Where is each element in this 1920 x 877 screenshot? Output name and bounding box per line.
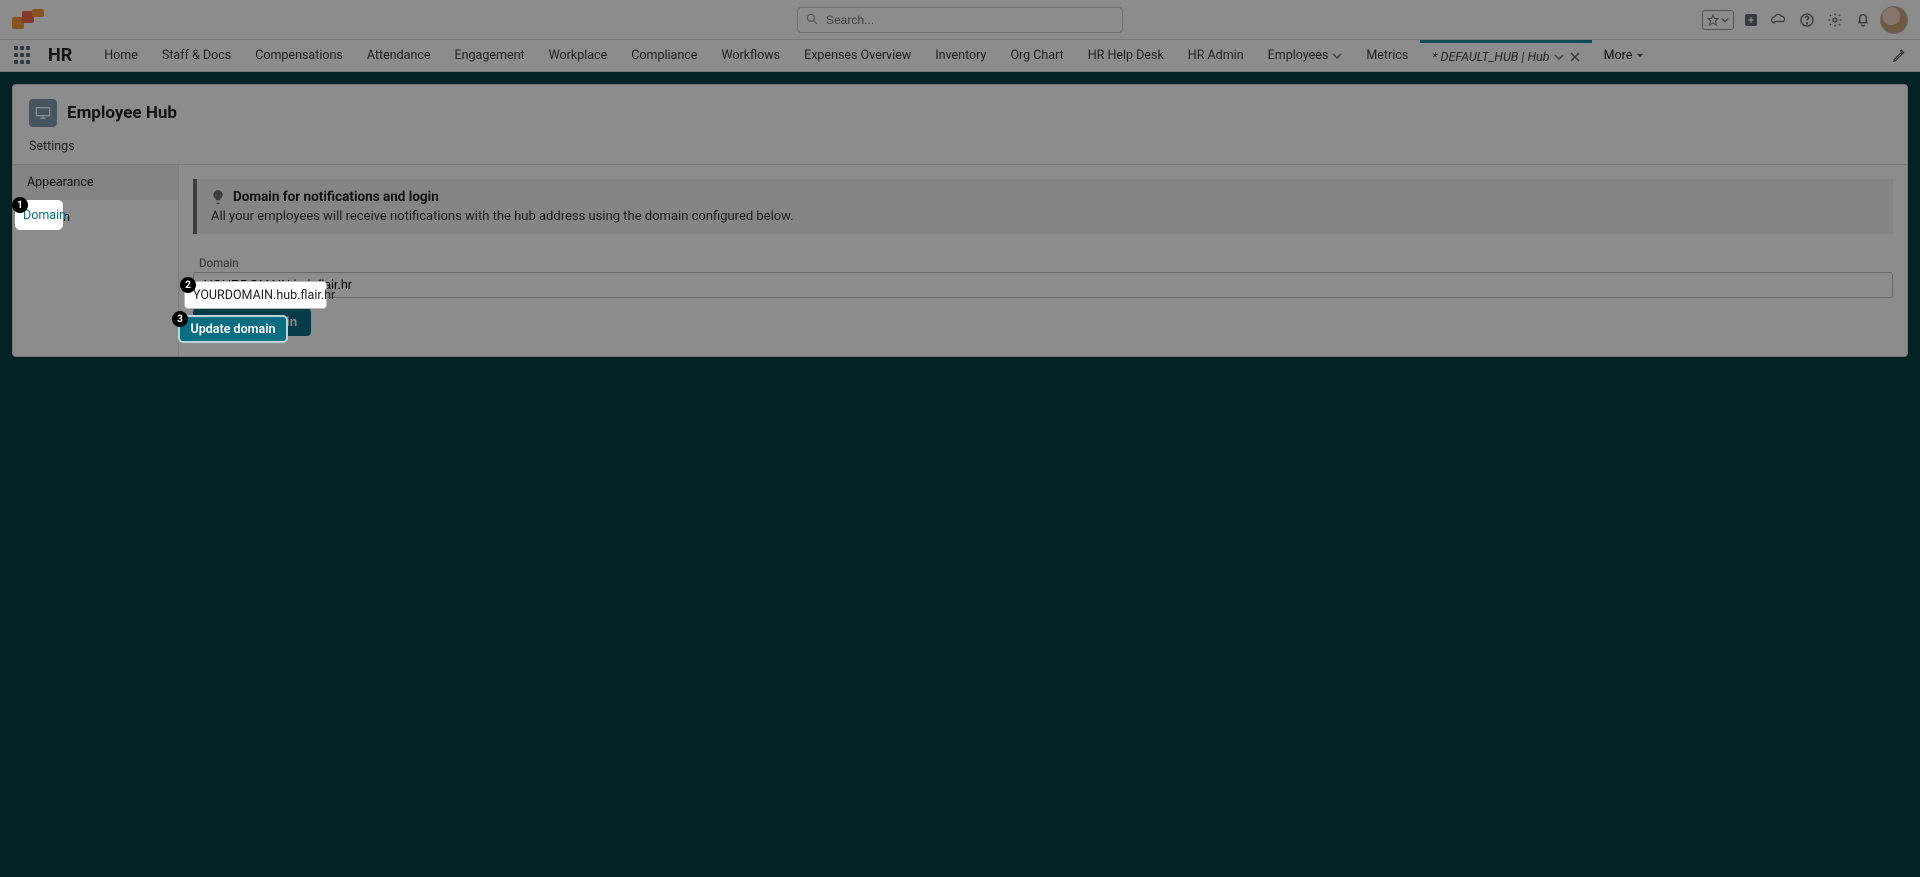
nav-compliance[interactable]: Compliance [619, 40, 709, 71]
stage: Employee Hub Settings Appearance Domain … [0, 72, 1920, 877]
nav-org-chart[interactable]: Org Chart [998, 40, 1075, 71]
nav-attendance[interactable]: Attendance [355, 40, 443, 71]
salesforce-cloud-button[interactable] [1768, 9, 1790, 31]
update-button-text: Update domain [191, 322, 276, 337]
sidebar-item-appearance[interactable]: Appearance [13, 165, 178, 200]
settings-sidebar: Appearance Domain [13, 165, 179, 356]
app-launcher-button[interactable] [14, 46, 34, 66]
help-icon [1799, 12, 1815, 28]
highlight-domain-value[interactable]: YOURDOMAIN.hub.flair.hr [184, 281, 327, 309]
app-name: HR [48, 45, 72, 66]
help-button[interactable] [1796, 9, 1818, 31]
nav-staff-docs[interactable]: Staff & Docs [150, 40, 243, 71]
search-input[interactable] [797, 7, 1123, 33]
nav-inventory[interactable]: Inventory [923, 40, 998, 71]
chevron-down-icon [1332, 53, 1342, 59]
nav-metrics[interactable]: Metrics [1354, 40, 1420, 71]
sidebar-item-domain-link[interactable]: Domain [23, 208, 66, 223]
banner-title: Domain for notifications and login [233, 189, 439, 205]
global-search [797, 7, 1123, 33]
nav-expenses[interactable]: Expenses Overview [792, 40, 923, 71]
nav-home[interactable]: Home [92, 40, 150, 71]
nav-help-desk[interactable]: HR Help Desk [1076, 40, 1176, 71]
nav-compensations[interactable]: Compensations [243, 40, 355, 71]
favorites-toggle[interactable] [1702, 10, 1734, 30]
settings-panel: Domain for notifications and login All y… [179, 165, 1907, 356]
nav-engagement[interactable]: Engagement [443, 40, 537, 71]
bulb-icon [211, 189, 225, 205]
callout-badge-3: 3 [172, 311, 188, 327]
page-title: Employee Hub [67, 103, 177, 123]
domain-value-text: YOURDOMAIN.hub.flair.hr [193, 288, 335, 303]
search-icon [805, 12, 819, 26]
record-card: Employee Hub Settings Appearance Domain … [12, 84, 1908, 357]
app-logo [12, 9, 48, 31]
nav-hr-admin[interactable]: HR Admin [1176, 40, 1256, 71]
nav-links: Home Staff & Docs Compensations Attendan… [92, 40, 1656, 71]
close-tab-button[interactable] [1570, 52, 1580, 62]
star-icon [1707, 14, 1719, 26]
domain-field-label: Domain [199, 256, 1893, 270]
active-tab-label: * DEFAULT_HUB | Hub [1432, 50, 1549, 65]
gear-icon [1827, 12, 1843, 28]
bell-icon [1855, 12, 1871, 28]
nav-workplace[interactable]: Workplace [537, 40, 620, 71]
primary-nav: HR Home Staff & Docs Compensations Atten… [0, 40, 1920, 72]
nav-active-record-tab[interactable]: * DEFAULT_HUB | Hub [1420, 40, 1591, 71]
global-add-button[interactable] [1740, 9, 1762, 31]
notifications-button[interactable] [1852, 9, 1874, 31]
highlight-update-button[interactable]: Update domain [178, 315, 288, 343]
avatar[interactable] [1880, 6, 1908, 34]
nav-employees[interactable]: Employees [1256, 40, 1355, 71]
info-banner: Domain for notifications and login All y… [193, 179, 1893, 234]
edit-nav-button[interactable] [1892, 49, 1906, 63]
setup-gear-button[interactable] [1824, 9, 1846, 31]
nav-more[interactable]: More [1592, 48, 1657, 63]
screen-icon [29, 99, 57, 127]
domain-input[interactable] [193, 272, 1893, 298]
banner-desc: All your employees will receive notifica… [211, 209, 1879, 224]
subtab-settings[interactable]: Settings [29, 139, 75, 164]
chevron-down-icon[interactable] [1554, 54, 1564, 60]
callout-badge-1: 1 [12, 197, 28, 213]
chevron-down-icon [1721, 16, 1729, 24]
plus-icon [1743, 12, 1759, 28]
callout-badge-2: 2 [180, 277, 196, 293]
nav-workflows[interactable]: Workflows [709, 40, 792, 71]
cloud-icon [1770, 13, 1788, 27]
